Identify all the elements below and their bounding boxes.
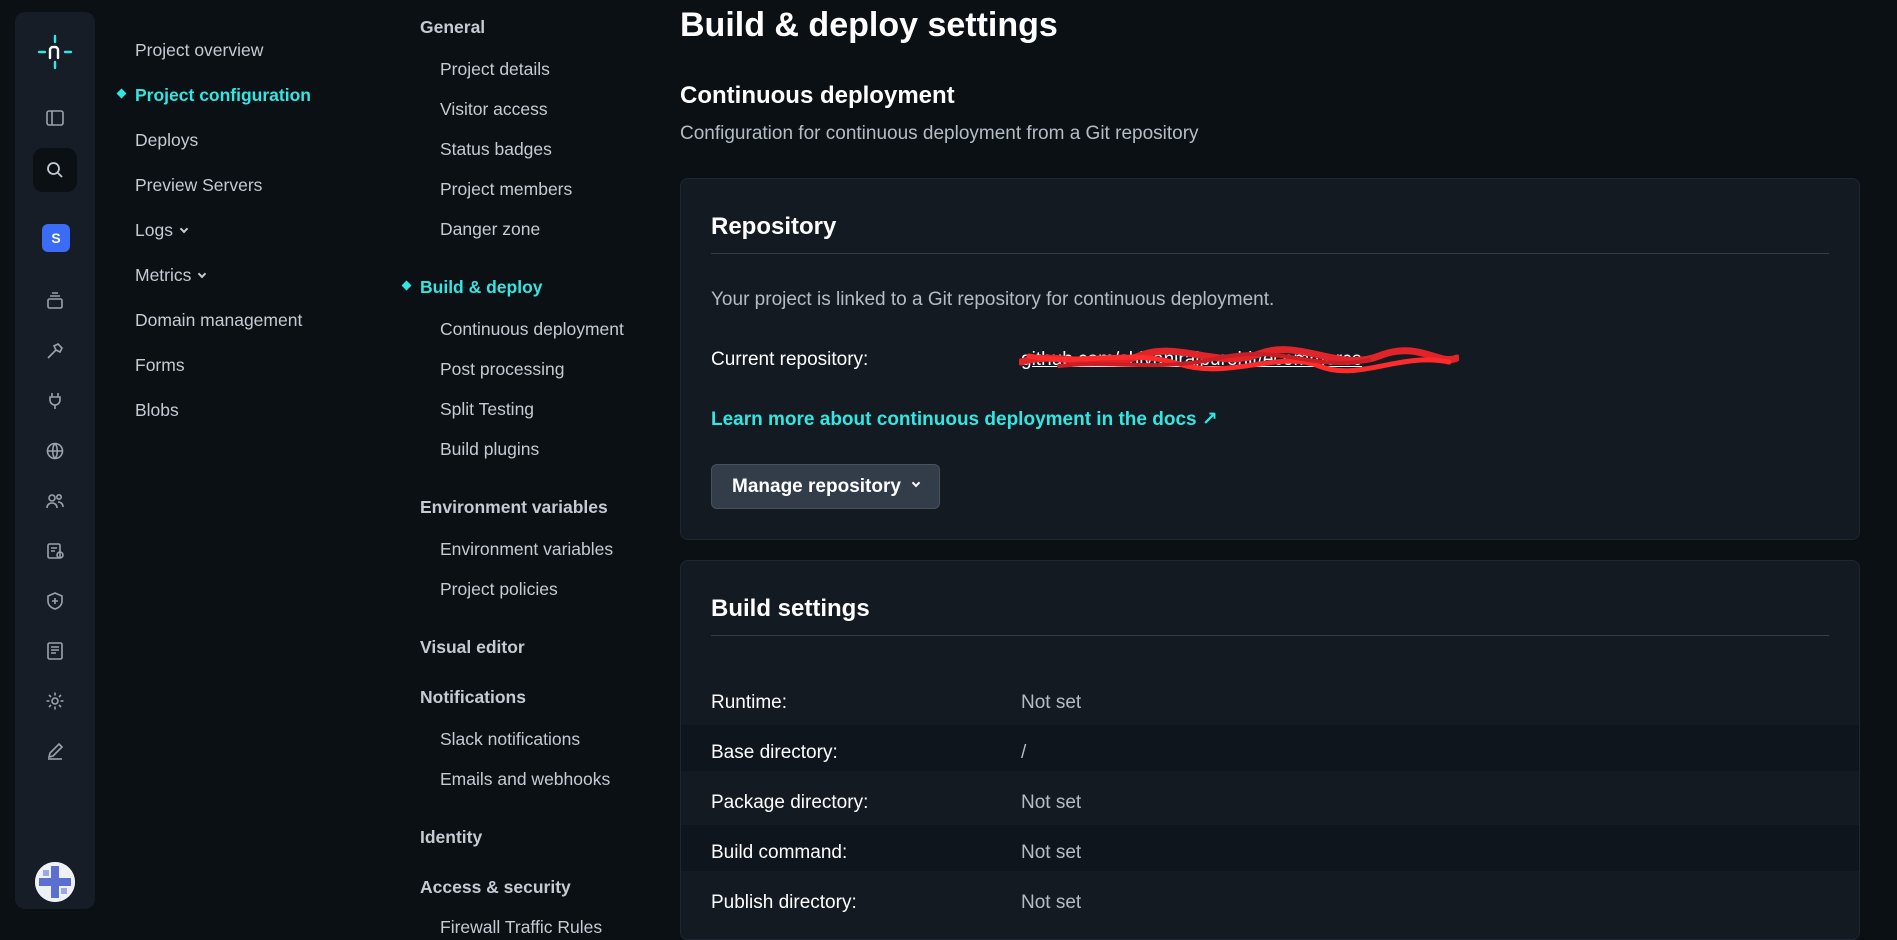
- shield-icon[interactable]: [41, 587, 69, 615]
- billing-icon[interactable]: [41, 637, 69, 665]
- settings-group-environment-variables[interactable]: Environment variables: [420, 497, 608, 518]
- settings-group-build-deploy[interactable]: Build & deploy: [420, 277, 543, 298]
- build-command-label: Build command:: [711, 842, 848, 863]
- redaction-scribble: [1019, 346, 1459, 374]
- settings-item[interactable]: Slack notifications: [440, 729, 580, 750]
- team-members-icon[interactable]: [41, 487, 69, 515]
- plug-icon[interactable]: [41, 387, 69, 415]
- nav-project-configuration[interactable]: Project configuration: [135, 85, 311, 106]
- row-band: [681, 725, 1859, 771]
- divider: [711, 253, 1829, 254]
- settings-item[interactable]: Split Testing: [440, 399, 534, 420]
- base-directory-value: /: [1021, 742, 1027, 763]
- settings-item[interactable]: Continuous deployment: [440, 319, 624, 340]
- manage-repository-button[interactable]: Manage repository: [711, 464, 940, 509]
- user-avatar[interactable]: [35, 862, 75, 902]
- gear-icon[interactable]: [41, 687, 69, 715]
- nav-metrics-label: Metrics: [135, 265, 192, 285]
- nav-deploys[interactable]: Deploys: [135, 130, 198, 151]
- settings-item[interactable]: Emails and webhooks: [440, 769, 610, 790]
- settings-item[interactable]: Firewall Traffic Rules: [440, 917, 602, 938]
- row-band: [681, 825, 1859, 871]
- card-title: Repository: [711, 213, 837, 240]
- nav-project-overview[interactable]: Project overview: [135, 40, 263, 61]
- build-command-value: Not set: [1021, 842, 1082, 863]
- active-indicator-icon: [401, 280, 412, 291]
- nav-logs-label: Logs: [135, 220, 173, 240]
- package-directory-label: Package directory:: [711, 792, 869, 813]
- search-button[interactable]: [33, 148, 77, 192]
- sidebar-toggle-icon[interactable]: [41, 104, 69, 132]
- settings-item[interactable]: Project members: [440, 179, 572, 200]
- learn-more-link[interactable]: Learn more about continuous deployment i…: [711, 408, 1218, 431]
- search-icon: [47, 162, 63, 178]
- repo-linked-text: Your project is linked to a Git reposito…: [711, 289, 1275, 310]
- netlify-logo-icon[interactable]: [37, 34, 73, 70]
- settings-group-visual-editor[interactable]: Visual editor: [420, 637, 525, 658]
- runtime-label: Runtime:: [711, 692, 788, 713]
- repository-card: Repository Your project is linked to a G…: [680, 178, 1860, 540]
- build-settings-card: Build settings Runtime: Not set Base dir…: [680, 560, 1860, 940]
- settings-item[interactable]: Environment variables: [440, 539, 613, 560]
- base-directory-label: Base directory:: [711, 742, 838, 763]
- hammer-icon[interactable]: [41, 337, 69, 365]
- publish-directory-label: Publish directory:: [711, 892, 857, 913]
- package-directory-value: Not set: [1021, 792, 1082, 813]
- chevron-down-icon: [911, 478, 921, 487]
- section-description: Configuration for continuous deployment …: [680, 123, 1199, 144]
- settings-item[interactable]: Project details: [440, 59, 550, 80]
- team-badge[interactable]: S: [42, 224, 70, 252]
- nav-domain-management[interactable]: Domain management: [135, 310, 302, 331]
- nav-preview-servers[interactable]: Preview Servers: [135, 175, 262, 196]
- settings-group-access-security[interactable]: Access & security: [420, 877, 571, 898]
- current-repository-label: Current repository:: [711, 349, 869, 370]
- settings-group-identity[interactable]: Identity: [420, 827, 482, 848]
- section-title: Continuous deployment: [680, 82, 955, 109]
- settings-item[interactable]: Danger zone: [440, 219, 540, 240]
- settings-item[interactable]: Status badges: [440, 139, 552, 160]
- settings-group-general[interactable]: General: [420, 17, 485, 38]
- settings-group-notifications[interactable]: Notifications: [420, 687, 526, 708]
- nav-logs[interactable]: Logs: [135, 220, 189, 241]
- settings-item[interactable]: Visitor access: [440, 99, 548, 120]
- nav-forms[interactable]: Forms: [135, 355, 185, 376]
- usage-report-icon[interactable]: [41, 537, 69, 565]
- card-title: Build settings: [711, 595, 870, 622]
- chevron-down-icon: [179, 224, 189, 234]
- runtime-value: Not set: [1021, 692, 1082, 713]
- settings-item[interactable]: Post processing: [440, 359, 565, 380]
- settings-item[interactable]: Build plugins: [440, 439, 539, 460]
- icon-rail: S: [15, 12, 95, 909]
- layers-icon[interactable]: [41, 287, 69, 315]
- active-indicator-icon: [116, 88, 127, 99]
- edit-icon[interactable]: [41, 737, 69, 765]
- manage-repository-label: Manage repository: [732, 475, 901, 497]
- nav-metrics[interactable]: Metrics: [135, 265, 207, 286]
- divider: [711, 635, 1829, 636]
- nav-blobs[interactable]: Blobs: [135, 400, 179, 421]
- settings-item[interactable]: Project policies: [440, 579, 558, 600]
- page-title: Build & deploy settings: [680, 6, 1058, 44]
- chevron-down-icon: [198, 269, 207, 279]
- publish-directory-value: Not set: [1021, 892, 1082, 913]
- globe-icon[interactable]: [41, 437, 69, 465]
